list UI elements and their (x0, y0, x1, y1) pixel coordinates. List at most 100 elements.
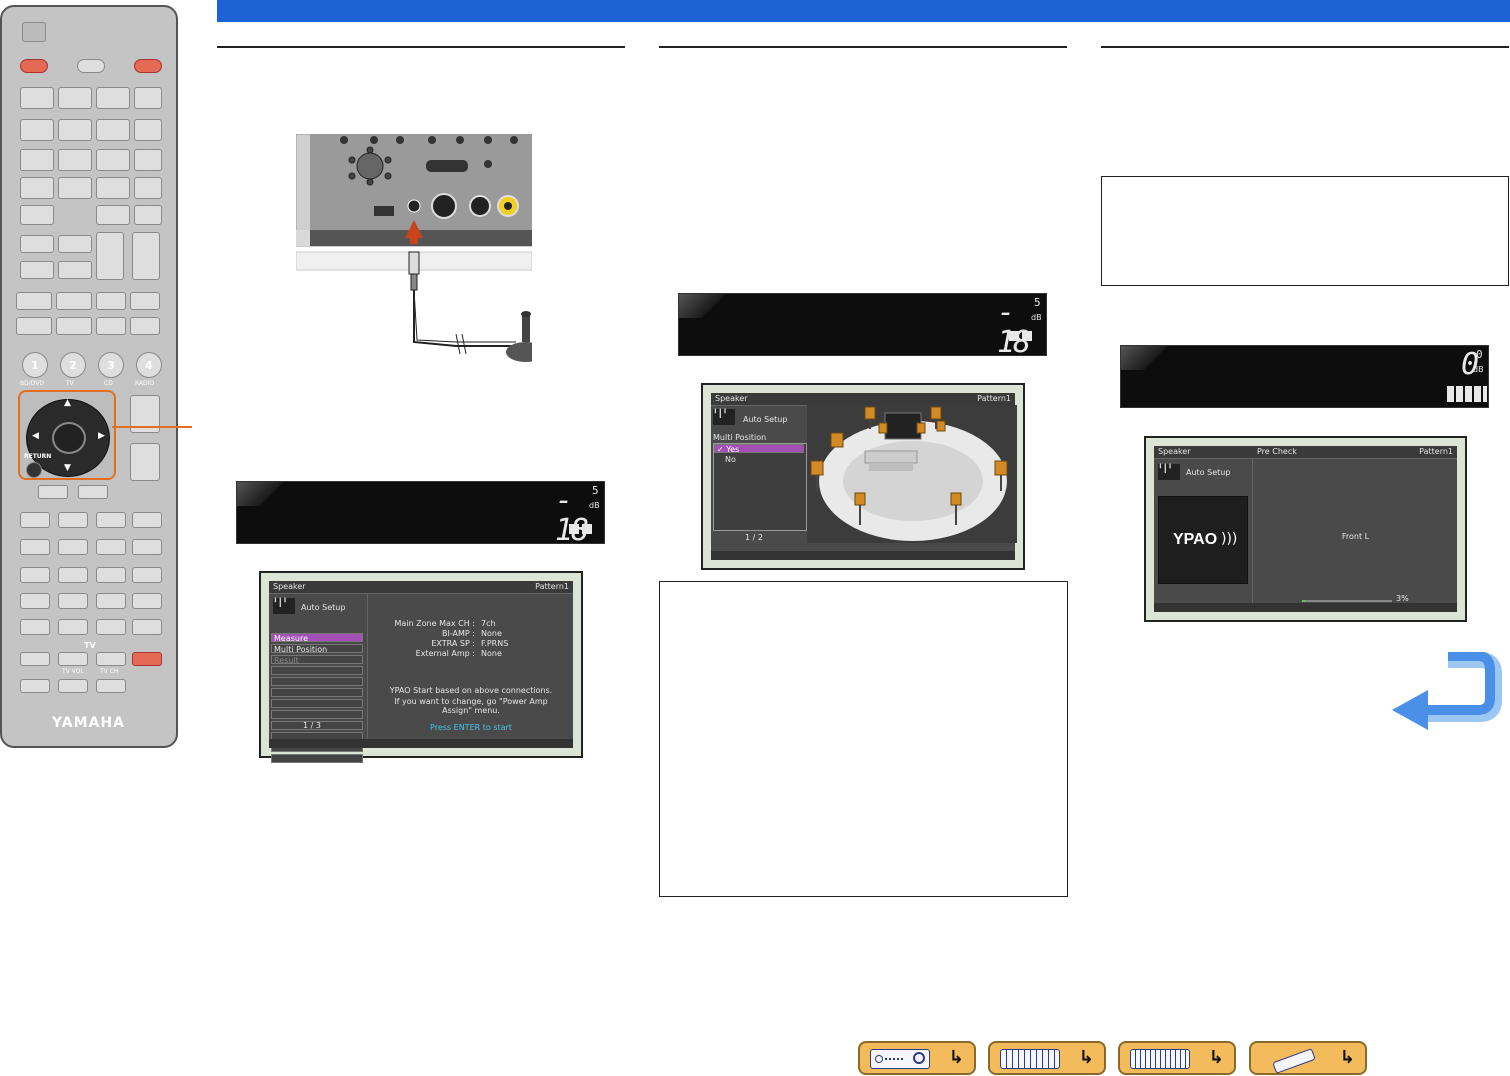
remote-key[interactable] (20, 177, 54, 199)
remote-key[interactable] (134, 177, 162, 199)
remote-key[interactable] (132, 619, 162, 635)
menu-item-result[interactable]: Result (271, 655, 363, 665)
remote-play-button[interactable] (132, 512, 162, 528)
option-no[interactable]: No (725, 455, 736, 464)
remote-tv-input-button[interactable] (20, 652, 50, 666)
remote-key[interactable] (134, 119, 162, 141)
remote-key[interactable] (20, 619, 50, 635)
menu-item-multi-position[interactable]: Multi Position (271, 644, 363, 654)
remote-input-1-button[interactable]: 1 (22, 352, 48, 378)
remote-key[interactable] (96, 317, 126, 335)
remote-power-button[interactable] (20, 59, 48, 73)
remote-key[interactable] (58, 119, 92, 141)
remote-key[interactable] (58, 177, 92, 199)
speaker-icon: ╹┃╹ (713, 409, 735, 425)
remote-key[interactable] (20, 149, 54, 171)
remote-key[interactable] (96, 619, 126, 635)
remote-key[interactable] (58, 619, 88, 635)
remote-key[interactable] (58, 593, 88, 609)
remote-key[interactable] (58, 235, 92, 253)
remote-power-on-button[interactable] (134, 59, 162, 73)
remote-up-arrow-icon[interactable]: ▲ (64, 398, 71, 408)
remote-volume-down-button[interactable] (130, 443, 160, 481)
speaker-layout-diagram (807, 405, 1017, 543)
remote-key[interactable] (96, 177, 130, 199)
info-value: None (481, 649, 502, 658)
speaker-icon: ╹┃╹ (1158, 464, 1180, 480)
remote-key[interactable] (20, 567, 50, 583)
remote-tv-key[interactable] (20, 679, 50, 693)
nav-rear-panel-button[interactable]: ↳ (988, 1041, 1106, 1075)
remote-key[interactable] (58, 87, 92, 109)
remote-tv-vol-up-button[interactable] (58, 652, 88, 666)
remote-key[interactable] (132, 593, 162, 609)
osd-header-left: Speaker (715, 394, 748, 403)
remote-tv-ch-down-button[interactable] (96, 679, 126, 693)
remote-input-3-button[interactable]: 3 (98, 352, 124, 378)
remote-key[interactable] (20, 593, 50, 609)
remote-key[interactable] (78, 485, 108, 499)
remote-key[interactable] (20, 512, 50, 528)
remote-standby-button[interactable] (77, 59, 105, 73)
display-icon (1130, 1049, 1190, 1069)
remote-key[interactable] (20, 87, 54, 109)
remote-key[interactable] (38, 485, 68, 499)
remote-return-button[interactable] (26, 462, 42, 478)
remote-key[interactable] (16, 317, 52, 335)
remote-key[interactable] (96, 205, 130, 225)
remote-input-2-button[interactable]: 2 (60, 352, 86, 378)
remote-key[interactable] (20, 119, 54, 141)
remote-key[interactable] (58, 567, 88, 583)
remote-key[interactable] (130, 292, 160, 310)
remote-key[interactable] (96, 593, 126, 609)
remote-down-arrow-icon[interactable]: ▼ (64, 463, 71, 473)
nav-display-button[interactable]: ↳ (1118, 1041, 1236, 1075)
col1-osd-screen: Speaker Pattern1 ╹┃╹ Auto Setup Measure … (259, 571, 583, 763)
remote-key[interactable] (16, 292, 52, 310)
remote-key[interactable] (96, 292, 126, 310)
remote-rewind-button[interactable] (20, 539, 50, 555)
remote-key[interactable] (58, 261, 92, 279)
col1-front-display: - 18 5 dB (236, 481, 605, 544)
remote-skip-forward-button[interactable] (132, 539, 162, 555)
remote-tv-ch-up-button[interactable] (96, 652, 126, 666)
remote-key[interactable] (96, 567, 126, 583)
remote-key[interactable] (20, 205, 54, 225)
col2-osd-screen: Speaker Pattern1 ╹┃╹ Auto Setup Multi Po… (701, 383, 1025, 570)
nav-front-panel-button[interactable]: ↳ (858, 1041, 976, 1075)
remote-key[interactable] (96, 149, 130, 171)
remote-key[interactable] (132, 567, 162, 583)
remote-key[interactable] (130, 317, 160, 335)
channel-indicator-icon (582, 524, 592, 534)
remote-key[interactable] (20, 261, 54, 279)
remote-key[interactable] (96, 87, 130, 109)
remote-icon (1261, 1048, 1319, 1074)
remote-tv-power-button[interactable] (132, 652, 162, 666)
remote-skip-back-button[interactable] (96, 539, 126, 555)
remote-stop-button[interactable] (58, 512, 88, 528)
remote-key[interactable] (96, 119, 130, 141)
remote-key[interactable] (96, 232, 124, 280)
osd-message: If you want to change, go "Power Amp (394, 697, 548, 706)
nav-remote-button[interactable]: ↳ (1249, 1041, 1367, 1075)
remote-key[interactable] (134, 87, 162, 109)
remote-fast-forward-button[interactable] (58, 539, 88, 555)
remote-key[interactable] (20, 235, 54, 253)
remote-left-arrow-icon[interactable]: ◀ (32, 431, 39, 441)
remote-key[interactable] (132, 232, 160, 280)
option-yes[interactable]: ✓ Yes (714, 444, 804, 454)
osd-header-right: Pattern1 (535, 582, 569, 591)
remote-right-arrow-icon[interactable]: ▶ (98, 431, 105, 441)
remote-key[interactable] (134, 205, 162, 225)
menu-item-measure[interactable]: Measure (271, 633, 363, 643)
remote-key[interactable] (58, 149, 92, 171)
remote-tv-vol-down-button[interactable] (58, 679, 88, 693)
remote-input-4-button[interactable]: 4 (136, 352, 162, 378)
remote-pause-button[interactable] (96, 512, 126, 528)
nav-arrow-icon: ↳ (948, 1047, 964, 1068)
rear-panel-icon (1000, 1049, 1060, 1069)
remote-key[interactable] (56, 292, 92, 310)
remote-enter-button[interactable] (52, 422, 86, 454)
remote-key[interactable] (134, 149, 162, 171)
remote-key[interactable] (56, 317, 92, 335)
